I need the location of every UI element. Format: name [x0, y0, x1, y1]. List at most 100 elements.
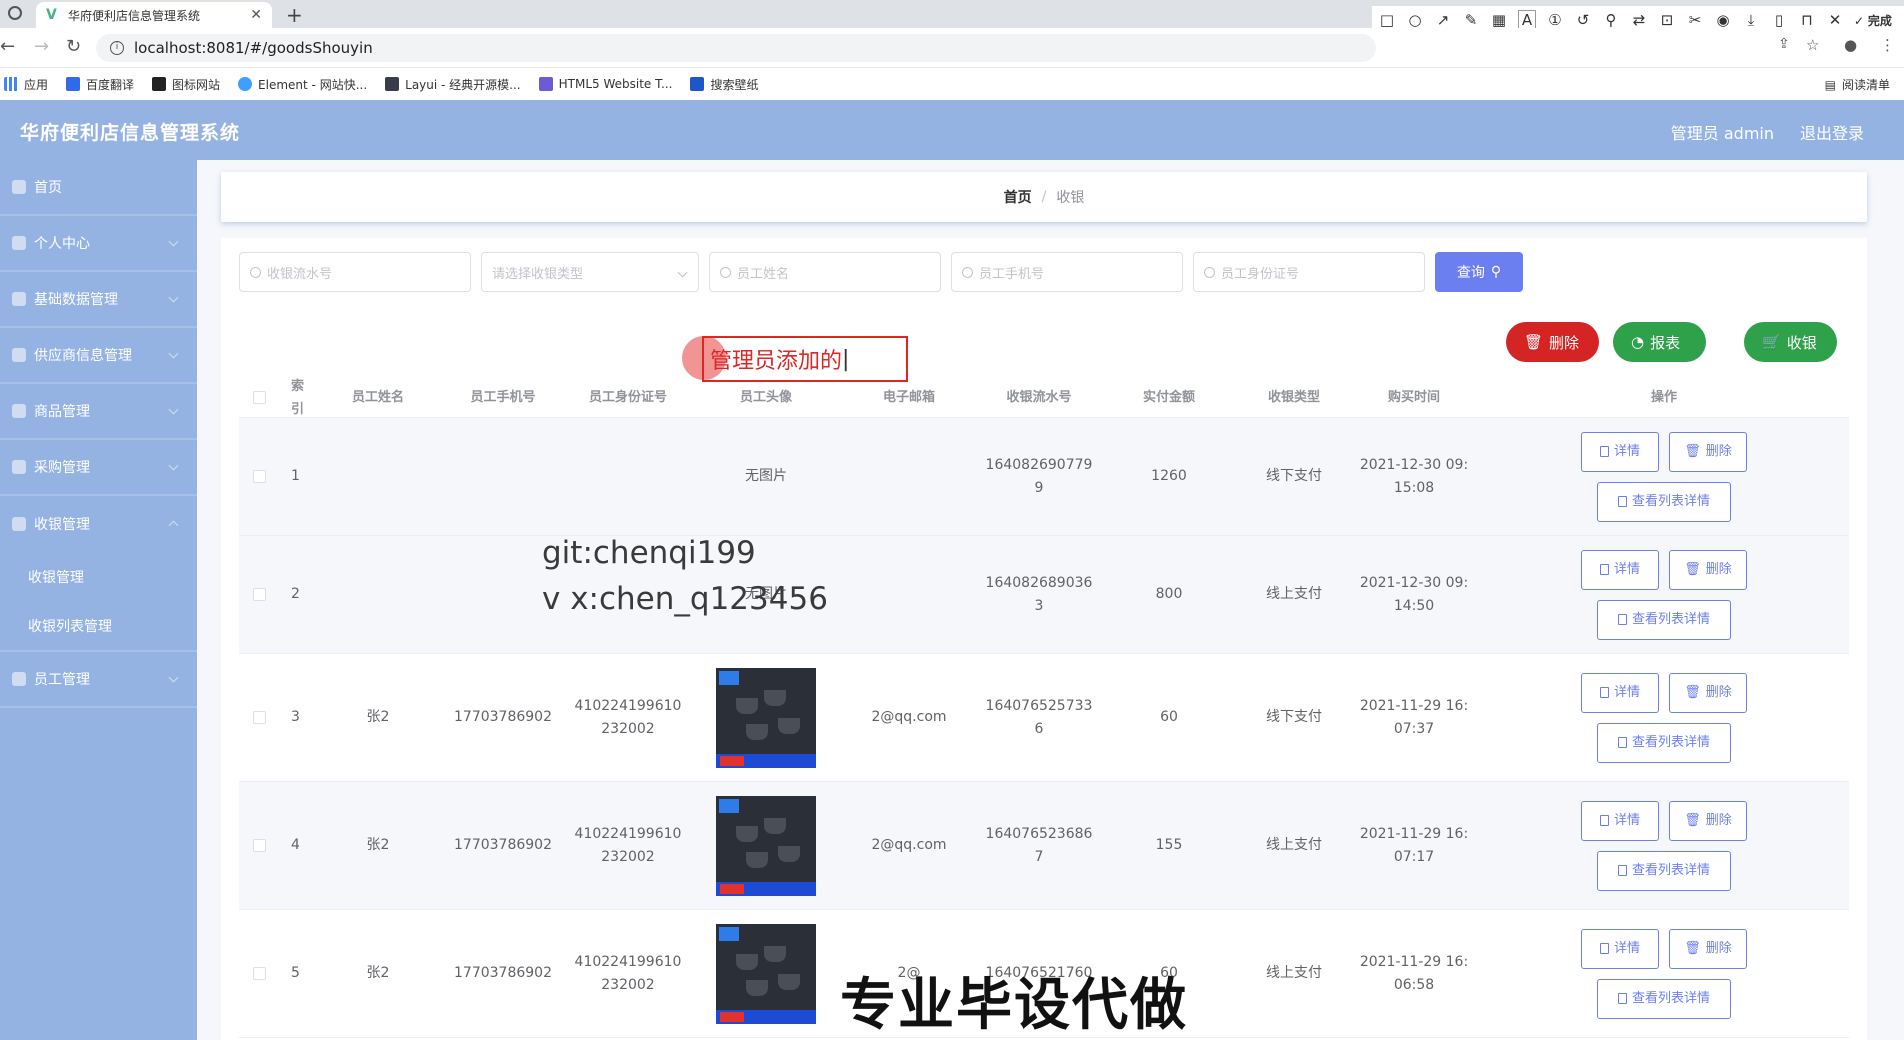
undo-icon[interactable]: ↺: [1574, 11, 1592, 29]
name-placeholder: 员工姓名: [737, 266, 790, 282]
cell-index: 5: [291, 965, 300, 981]
reload-icon[interactable]: ↻: [66, 36, 81, 57]
rectangle-tool-icon[interactable]: □: [1378, 11, 1396, 29]
detail-button[interactable]: 详情: [1581, 549, 1659, 590]
pen-tool-icon[interactable]: ✎: [1462, 11, 1480, 29]
staff-name-input[interactable]: 员工姓名: [709, 252, 941, 292]
row-checkbox[interactable]: [239, 470, 279, 483]
row-checkbox[interactable]: [239, 967, 279, 980]
row-delete-button[interactable]: 🗑 删除: [1669, 431, 1747, 472]
bookmark-apps[interactable]: 应用: [4, 76, 48, 93]
col-serial: 收银流水号: [1006, 390, 1072, 405]
chevron-down-icon: [168, 348, 179, 359]
browser-tab[interactable]: V 华府便利店信息管理系统 ✕: [36, 2, 272, 28]
sidebar-subitem-cashier[interactable]: 收银管理: [0, 552, 197, 602]
text-annotation-box[interactable]: 管理员添加的 |: [702, 336, 908, 382]
sidebar-item-staff[interactable]: 员工管理: [0, 652, 197, 708]
cell-time: 2021-11-29 16: 07:37: [1349, 695, 1479, 741]
staff-phone-input[interactable]: 员工手机号: [951, 252, 1183, 292]
checkout-button[interactable]: 🛒 收银: [1744, 322, 1837, 362]
row-delete-button[interactable]: 🗑 删除: [1669, 928, 1747, 969]
detail-button[interactable]: 详情: [1581, 928, 1659, 969]
cancel-icon[interactable]: ✕: [1826, 11, 1844, 29]
logout-link[interactable]: 退出登录: [1800, 120, 1864, 144]
done-button[interactable]: ✓ 完成: [1854, 12, 1892, 29]
ocr-tool-icon[interactable]: ⊡: [1658, 11, 1676, 29]
menu-icon[interactable]: ⋮: [1880, 36, 1895, 54]
list-detail-button[interactable]: 查看列表详情: [1597, 722, 1731, 763]
sidebar-item-purchase[interactable]: 采购管理: [0, 440, 197, 496]
list-detail-button[interactable]: 查看列表详情: [1597, 978, 1731, 1019]
sidebar-item-label: 首页: [34, 180, 62, 196]
bulk-delete-button[interactable]: 🗑 删除: [1506, 322, 1599, 362]
list-detail-button[interactable]: 查看列表详情: [1597, 850, 1731, 891]
cell-index: 1: [291, 468, 300, 484]
sidebar-subitem-cashier-list[interactable]: 收银列表管理: [0, 602, 197, 652]
number-tool-icon[interactable]: ①: [1546, 11, 1564, 29]
col-type: 收银类型: [1267, 390, 1320, 405]
list-icon: [12, 292, 26, 306]
window-menu-icon[interactable]: [8, 6, 22, 20]
list-detail-button[interactable]: 查看列表详情: [1597, 599, 1731, 640]
list-detail-label: 查看列表详情: [1631, 612, 1710, 627]
bookmark-layui[interactable]: Layui - 经典开源模...: [385, 76, 521, 93]
url-field[interactable]: i localhost:8081/#/goodsShouyin: [96, 34, 1376, 62]
record-icon[interactable]: ◉: [1714, 11, 1732, 29]
serial-search-input[interactable]: 收银流水号: [239, 252, 471, 292]
arrow-tool-icon[interactable]: ↗: [1434, 11, 1452, 29]
list-detail-button[interactable]: 查看列表详情: [1597, 481, 1731, 522]
translate-tool-icon[interactable]: ⇄: [1630, 11, 1648, 29]
pin-tool-icon[interactable]: ⚲: [1602, 11, 1620, 29]
reading-list[interactable]: ▤ 阅读清单: [1825, 76, 1890, 93]
star-icon[interactable]: ☆: [1806, 36, 1819, 54]
sidebar-item-supplier[interactable]: 供应商信息管理: [0, 328, 197, 384]
detail-button[interactable]: 详情: [1581, 800, 1659, 841]
pin-screen-icon[interactable]: ✂: [1686, 11, 1704, 29]
sidebar-item-cashier[interactable]: 收银管理: [0, 496, 197, 552]
row-checkbox[interactable]: [239, 839, 279, 852]
text-tool-icon[interactable]: A: [1518, 10, 1536, 30]
share-icon[interactable]: ⇪: [1778, 36, 1790, 52]
bookmark-icon-site[interactable]: 图标网站: [152, 76, 220, 93]
row-delete-button[interactable]: 🗑 删除: [1669, 800, 1747, 841]
breadcrumb-home[interactable]: 首页: [1004, 187, 1032, 207]
cell-ops: 详情 🗑 删除 查看列表详情: [1479, 549, 1849, 640]
back-icon[interactable]: ←: [0, 36, 15, 57]
mosaic-tool-icon[interactable]: ▦: [1490, 11, 1508, 29]
close-tab-icon[interactable]: ✕: [250, 7, 262, 23]
sidebar-item-base-data[interactable]: 基础数据管理: [0, 272, 197, 328]
cell-time-line1: 2021-11-29 16:: [1359, 697, 1469, 714]
site-info-icon[interactable]: i: [110, 41, 124, 55]
bookmark-baidu-translate[interactable]: 百度翻译: [66, 76, 134, 93]
detail-button[interactable]: 详情: [1581, 431, 1659, 472]
sidebar-item-home[interactable]: 首页: [0, 160, 197, 216]
phone-icon[interactable]: ▯: [1770, 11, 1788, 29]
circle-tool-icon[interactable]: ○: [1406, 11, 1424, 29]
url-text: localhost:8081/#/goodsShouyin: [134, 39, 373, 57]
bookmark-wallpaper[interactable]: 搜索壁纸: [690, 76, 758, 93]
row-delete-button[interactable]: 🗑 删除: [1669, 549, 1747, 590]
delete-label: 删除: [1705, 444, 1732, 459]
row-checkbox[interactable]: [239, 711, 279, 724]
select-all-checkbox[interactable]: [239, 391, 279, 404]
staff-idcard-input[interactable]: 员工身份证号: [1193, 252, 1425, 292]
query-button[interactable]: 查询 ⚲: [1435, 252, 1523, 292]
row-delete-button[interactable]: 🗑 删除: [1669, 672, 1747, 713]
shop-icon: [12, 348, 26, 362]
new-tab-icon[interactable]: +: [286, 3, 303, 27]
row-checkbox[interactable]: [239, 588, 279, 601]
bookmark-element[interactable]: Element - 网站快...: [238, 76, 367, 93]
detail-button[interactable]: 详情: [1581, 672, 1659, 713]
sidebar-item-profile[interactable]: 个人中心: [0, 216, 197, 272]
download-icon[interactable]: ⤓: [1742, 11, 1760, 29]
col-amount: 实付金额: [1142, 390, 1195, 405]
profile-icon[interactable]: ●: [1844, 36, 1857, 54]
cell-type: 线上支付: [1266, 586, 1322, 602]
cashier-type-select[interactable]: 请选择收银类型: [481, 252, 699, 292]
sidebar-item-label: 商品管理: [34, 404, 90, 420]
bookmark-icon[interactable]: ⊓: [1798, 11, 1816, 29]
sidebar-item-goods[interactable]: 商品管理: [0, 384, 197, 440]
forward-icon[interactable]: →: [34, 36, 49, 57]
report-button[interactable]: ◔ 报表: [1613, 322, 1706, 362]
bookmark-html5[interactable]: HTML5 Website T...: [538, 77, 672, 91]
